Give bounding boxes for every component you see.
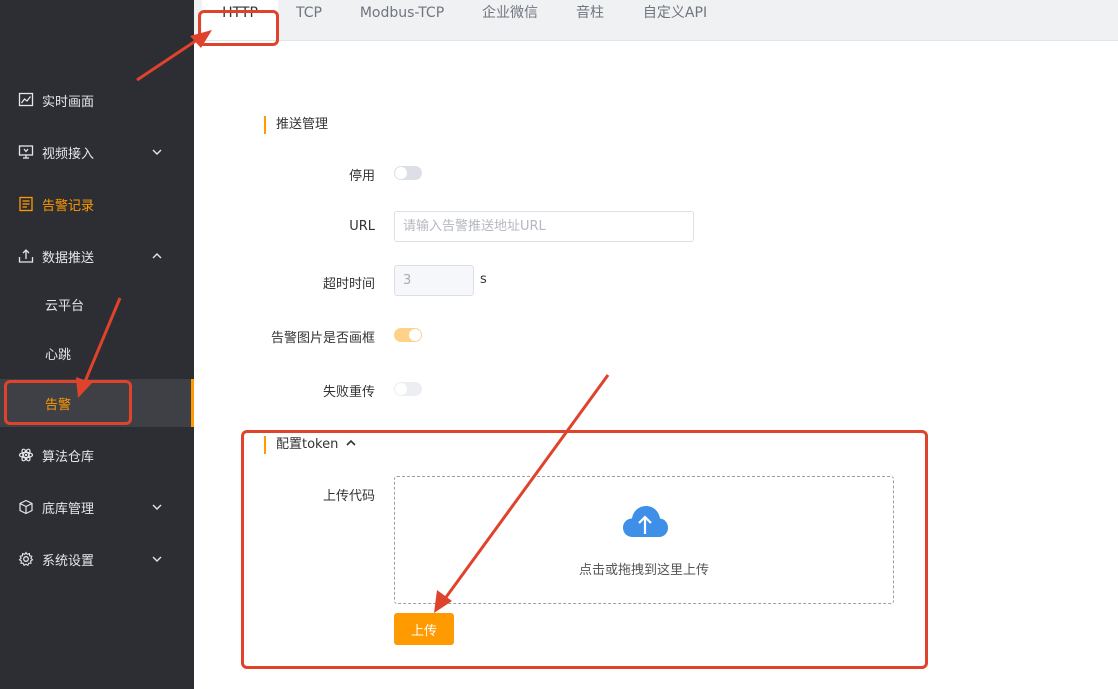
nav-item-library[interactable]: 底库管理 [0, 490, 194, 524]
tab-modbus-label: Modbus-TCP [359, 5, 445, 21]
url-input[interactable] [394, 211, 694, 242]
sidebar: 实时画面 视频接入 告警记录 数据推送 云平台 心跳 告警 算法仓库 底库管理 … [0, 0, 194, 689]
tab-custom-api-label: 自定义API [642, 5, 708, 21]
tab-speaker[interactable]: 音柱 [564, 0, 616, 40]
tab-bar: HTTP TCP Modbus-TCP 企业微信 音柱 自定义API [194, 0, 1118, 41]
disable-switch[interactable] [394, 166, 422, 180]
nav-label-data-push: 数据推送 [42, 250, 95, 266]
nav-item-algorithms[interactable]: 算法仓库 [0, 438, 194, 472]
gear-icon [18, 551, 34, 567]
nav-item-alarm-records[interactable]: 告警记录 [0, 187, 194, 221]
timeout-unit: s [480, 272, 487, 287]
section-title-push: 推送管理 [264, 116, 328, 134]
nav-label-alarm-records: 告警记录 [42, 198, 95, 214]
tab-wecom[interactable]: 企业微信 [472, 0, 548, 40]
chevron-down-icon [152, 553, 162, 568]
tab-tcp[interactable]: TCP [284, 0, 334, 40]
nav-item-realtime[interactable]: 实时画面 [0, 83, 194, 117]
sub-label-heartbeat: 心跳 [45, 347, 72, 363]
nav-label-video: 视频接入 [42, 146, 95, 162]
list-doc-icon [18, 196, 34, 212]
line-chart-icon [18, 92, 34, 108]
cube-icon [18, 499, 34, 515]
chevron-down-icon [152, 501, 162, 516]
atom-icon [18, 447, 34, 463]
chevron-up-icon [152, 250, 162, 265]
annotation-box-token [241, 430, 928, 669]
frame-label: 告警图片是否画框 [270, 331, 375, 346]
switch-knob [409, 329, 421, 341]
frame-switch[interactable] [394, 328, 422, 342]
tab-custom-api[interactable]: 自定义API [630, 0, 720, 40]
annotation-box-alarm [4, 380, 132, 425]
chevron-down-icon [152, 146, 162, 161]
sub-item-heartbeat[interactable]: 心跳 [0, 329, 194, 377]
retry-switch[interactable] [394, 382, 422, 396]
annotation-box-http [198, 10, 279, 46]
nav-item-video[interactable]: 视频接入 [0, 135, 194, 169]
nav-item-settings[interactable]: 系统设置 [0, 542, 194, 576]
sub-label-cloud: 云平台 [45, 298, 85, 314]
tab-wecom-label: 企业微信 [482, 5, 538, 21]
timeout-label: 超时时间 [322, 277, 375, 292]
retry-label: 失败重传 [322, 385, 375, 400]
nav-label-algorithms: 算法仓库 [42, 449, 95, 465]
switch-knob [395, 383, 407, 395]
url-label: URL [349, 219, 375, 234]
nav-label-library: 底库管理 [42, 501, 95, 517]
tab-modbus[interactable]: Modbus-TCP [352, 0, 452, 40]
upload-tray-icon [18, 248, 34, 264]
disable-label: 停用 [348, 169, 375, 184]
monitor-icon [18, 144, 34, 160]
nav-label-realtime: 实时画面 [42, 94, 95, 110]
tab-tcp-label: TCP [296, 5, 322, 21]
nav-label-settings: 系统设置 [42, 553, 95, 569]
timeout-input[interactable] [394, 265, 474, 296]
sub-item-cloud[interactable]: 云平台 [0, 280, 194, 328]
switch-knob [395, 167, 407, 179]
tab-speaker-label: 音柱 [576, 5, 604, 21]
nav-item-data-push[interactable]: 数据推送 [0, 239, 194, 273]
